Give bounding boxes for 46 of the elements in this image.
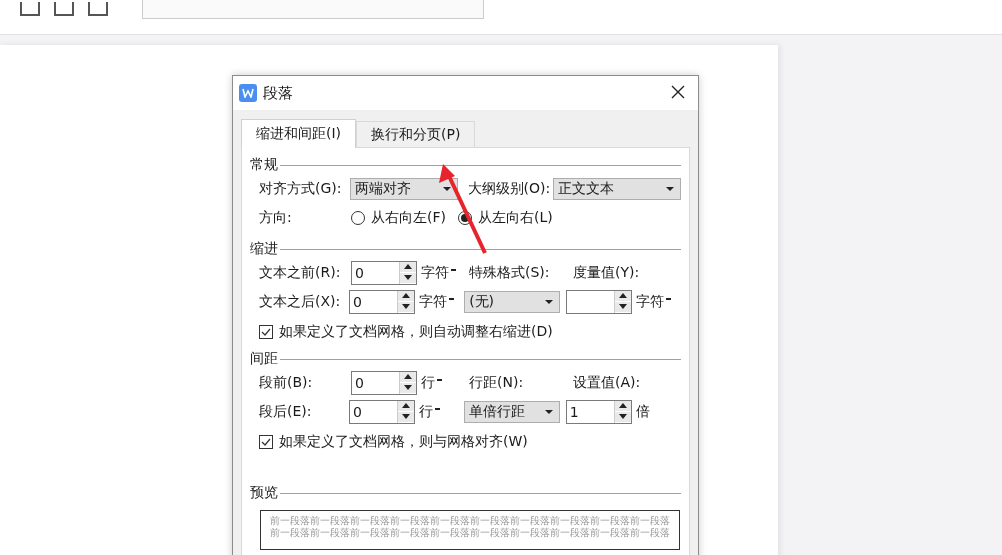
number-field[interactable]: 0 bbox=[348, 399, 415, 424]
number-field[interactable]: 0 bbox=[348, 289, 415, 314]
unit-dropdown[interactable]: 字符 bbox=[635, 292, 671, 311]
close-icon bbox=[670, 83, 686, 100]
number-field[interactable]: 0 bbox=[351, 370, 417, 395]
dropdown[interactable]: (无) bbox=[464, 290, 561, 313]
toolbar-icon[interactable] bbox=[54, 2, 74, 16]
dropdown[interactable]: 单倍行距 bbox=[464, 400, 561, 423]
tab[interactable]: 缩进和间距(I) bbox=[241, 119, 357, 148]
unit-label: 倍 bbox=[635, 402, 650, 421]
field-label: 文本之后(X): bbox=[259, 292, 342, 311]
radio-label: 从右向左(F) bbox=[371, 208, 446, 227]
number-field[interactable] bbox=[565, 289, 632, 314]
dropdown[interactable]: 两端对齐 bbox=[350, 177, 458, 200]
field-label: 段后(E): bbox=[259, 402, 313, 421]
unit-dropdown[interactable]: 行 bbox=[421, 373, 442, 392]
window-title: 段落 bbox=[263, 83, 294, 103]
unit-dropdown[interactable]: 字符 bbox=[421, 263, 456, 282]
checkbox-label: 如果定义了文档网格，则自动调整右缩进(D) bbox=[279, 323, 553, 341]
section-heading: 常规 bbox=[250, 156, 278, 174]
unit-dropdown[interactable]: 字符 bbox=[418, 292, 454, 311]
toolbar-icon[interactable] bbox=[88, 2, 108, 16]
field-label: 段前(B): bbox=[259, 373, 314, 392]
field-label: 特殊格式(S): bbox=[469, 263, 551, 282]
radio-label: 从左向右(L) bbox=[478, 208, 553, 227]
checkbox-label: 如果定义了文档网格，则与网格对齐(W) bbox=[279, 433, 528, 451]
checkbox[interactable] bbox=[259, 325, 273, 339]
field-label: 设置值(A): bbox=[573, 373, 641, 392]
number-field[interactable]: 0 bbox=[351, 260, 417, 285]
checkbox[interactable] bbox=[259, 435, 273, 449]
field-label: 方向: bbox=[259, 208, 293, 227]
field-label: 行距(N): bbox=[469, 373, 525, 392]
field-label: 对齐方式(G): bbox=[259, 179, 343, 198]
app-logo-icon bbox=[239, 84, 257, 102]
section-heading: 缩进 bbox=[250, 240, 278, 258]
radio-button[interactable] bbox=[351, 210, 365, 225]
unit-dropdown[interactable]: 行 bbox=[418, 402, 440, 421]
dropdown[interactable]: 正文文本 bbox=[552, 177, 681, 200]
field-label: 文本之前(R): bbox=[259, 263, 342, 282]
field-label: 度量值(Y): bbox=[573, 263, 640, 282]
section-heading: 预览 bbox=[250, 484, 278, 502]
field-label: 大纲级别(O): bbox=[467, 179, 552, 198]
section-heading: 间距 bbox=[250, 350, 278, 368]
number-field[interactable]: 1 bbox=[565, 399, 632, 424]
toolbar-icon[interactable] bbox=[20, 2, 40, 16]
tab[interactable]: 换行和分页(P) bbox=[356, 121, 476, 147]
